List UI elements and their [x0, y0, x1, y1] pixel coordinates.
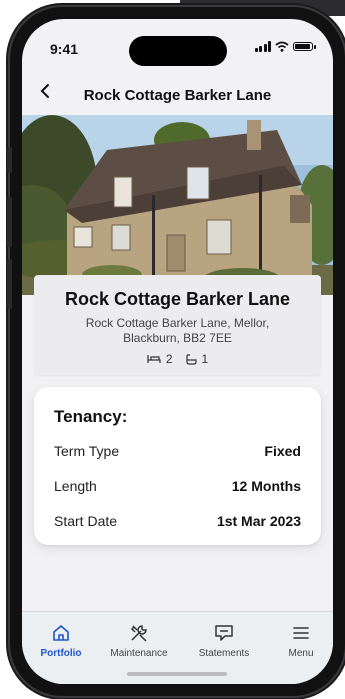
wifi-icon: [275, 41, 289, 52]
tenancy-row-length: Length 12 Months: [54, 478, 301, 494]
tab-menu-label: Menu: [288, 648, 314, 659]
status-icons: [254, 41, 316, 52]
page-title: Rock Cottage Barker Lane: [83, 87, 272, 104]
property-meta: 2 1: [34, 352, 321, 366]
bathrooms-count: 1: [201, 352, 209, 366]
length-value: 12 Months: [231, 478, 301, 494]
tab-maintenance[interactable]: Maintenance: [104, 622, 174, 659]
tools-icon: [130, 625, 147, 642]
length-label: Length: [54, 478, 97, 494]
tab-maintenance-label: Maintenance: [110, 648, 168, 659]
home-icon: [53, 625, 69, 641]
battery-icon: [293, 42, 316, 51]
bed-icon: [147, 355, 161, 363]
term-type-label: Term Type: [54, 443, 120, 459]
tab-statements-label: Statements: [198, 648, 250, 659]
tenancy-row-start-date: Start Date 1st Mar 2023: [54, 513, 301, 529]
volume-down-button: [7, 259, 12, 309]
home-indicator[interactable]: [127, 672, 227, 676]
bedrooms-count: 2: [165, 352, 173, 366]
tenancy-row-term-type: Term Type Fixed: [54, 443, 301, 459]
bath-icon: [185, 353, 197, 365]
tab-portfolio-label: Portfolio: [40, 648, 82, 659]
property-name: Rock Cottage Barker Lane: [64, 289, 291, 309]
dynamic-island: [129, 36, 227, 66]
tab-portfolio[interactable]: Portfolio: [26, 622, 96, 659]
property-summary-card: Rock Cottage Barker Lane Rock Cottage Ba…: [34, 275, 321, 375]
tenancy-heading: Tenancy:: [54, 407, 128, 426]
message-icon: [215, 625, 233, 641]
tenancy-card: Tenancy: Term Type Fixed Length 12 Month…: [34, 387, 321, 545]
property-address: Rock Cottage Barker Lane, Mellor, Blackb…: [85, 316, 270, 345]
tab-statements[interactable]: Statements: [189, 622, 259, 659]
bedrooms-info: 2: [147, 352, 173, 366]
side-button: [7, 147, 12, 173]
signal-icon: [254, 41, 271, 52]
bottom-tab-bar: Portfolio Maintenance Statements Menu: [22, 611, 333, 684]
start-date-label: Start Date: [54, 513, 118, 529]
status-time: 9:41: [50, 41, 79, 57]
status-bar: 9:41: [22, 19, 333, 67]
phone-frame: 9:41 Rock Cottage Barker Lane Rock Cotta…: [7, 7, 345, 696]
app-screen: 9:41 Rock Cottage Barker Lane Rock Cotta…: [22, 19, 333, 684]
start-date-value: 1st Mar 2023: [216, 513, 301, 529]
navigation-header: Rock Cottage Barker Lane: [22, 77, 333, 111]
term-type-value: Fixed: [264, 443, 301, 459]
tab-menu[interactable]: Menu: [266, 622, 333, 659]
menu-icon: [293, 627, 309, 639]
volume-up-button: [7, 197, 12, 247]
property-photo: [22, 115, 333, 295]
bathrooms-info: 1: [185, 352, 209, 366]
